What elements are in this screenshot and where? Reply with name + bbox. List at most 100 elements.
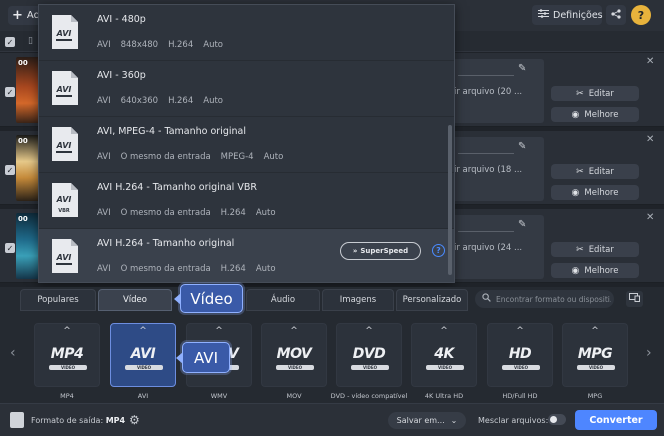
format-search[interactable] [475, 290, 614, 308]
video-thumbnail[interactable]: 00 [16, 135, 40, 201]
convert-button[interactable]: Converter [575, 410, 657, 430]
preset-meta: AVI 848x480 H.264 Auto [97, 40, 233, 50]
format-mpg[interactable]: ^ MPG VIDEO [562, 323, 628, 387]
tab-audio[interactable]: Áudio [246, 289, 320, 311]
chevron-up-icon[interactable]: ^ [563, 326, 627, 336]
save-to-dropdown[interactable]: Salvar em... ⌄ [388, 412, 466, 429]
preset-bitrate: Auto [203, 96, 223, 106]
format-hd[interactable]: ^ HD VIDEO [487, 323, 553, 387]
save-to-label: Salvar em... [396, 416, 445, 425]
output-format-icon [10, 412, 24, 428]
output-format-caption: Formato de saída: [31, 416, 104, 425]
device-detect-button[interactable] [626, 291, 643, 307]
remove-file-icon[interactable]: ✕ [646, 134, 654, 145]
video-thumbnail[interactable]: 00 [16, 213, 40, 279]
avi-file-icon: AVI [52, 239, 78, 273]
save-file-label[interactable]: ir arquivo (24 ... [454, 243, 522, 253]
format-search-input[interactable] [496, 294, 611, 304]
format-mp4[interactable]: ^ MP4 VIDEO [34, 323, 100, 387]
merge-files-toggle[interactable] [548, 414, 566, 425]
chevron-right-icon[interactable]: › [646, 345, 652, 361]
format-avi[interactable]: ^ AVI VIDEO [110, 323, 176, 387]
duration-label: 00 [18, 59, 28, 67]
save-file-label[interactable]: ir arquivo (18 ... [454, 165, 522, 175]
preset-codec: H.264 [220, 264, 246, 274]
svg-text:AVI: AVI [56, 29, 72, 38]
remove-file-icon[interactable]: ✕ [646, 56, 654, 67]
edit-button[interactable]: ✂ Editar [551, 242, 639, 257]
tab-custom[interactable]: Personalizado [396, 289, 468, 311]
chevron-up-icon[interactable]: ^ [262, 326, 326, 336]
svg-text:AVI: AVI [56, 195, 72, 204]
sliders-icon [538, 9, 549, 21]
preset-item[interactable]: AVI AVI - 480p AVI 848x480 H.264 Auto [39, 5, 454, 61]
format-mov[interactable]: ^ MOV VIDEO [261, 323, 327, 387]
preset-container: AVI [97, 264, 111, 274]
preset-codec: H.264 [168, 96, 194, 106]
preset-resolution: O mesmo da entrada [120, 264, 211, 274]
edit-button[interactable]: ✂ Editar [551, 164, 639, 179]
preset-codec: MPEG-4 [220, 152, 254, 162]
remove-file-icon[interactable]: ✕ [646, 212, 654, 223]
preset-item[interactable]: AVI VBR AVI H.264 - Tamanho original VBR… [39, 173, 454, 229]
preset-item[interactable]: AVI AVI, MPEG-4 - Tamanho original AVI O… [39, 117, 454, 173]
avi-file-icon: AVI [52, 15, 78, 49]
file-checkbox[interactable]: ✓ [5, 87, 15, 97]
search-icon [482, 293, 491, 305]
preset-dropdown: AVI AVI - 480p AVI 848x480 H.264 Auto AV… [38, 4, 455, 283]
preset-item[interactable]: AVI AVI H.264 - Tamanho original AVI O m… [39, 229, 454, 282]
settings-button[interactable]: Definições [532, 5, 603, 25]
preset-item[interactable]: AVI AVI - 360p AVI 640x360 H.264 Auto [39, 61, 454, 117]
output-panel: ✎ ir arquivo (24 ... [452, 215, 544, 279]
pencil-icon[interactable]: ✎ [518, 219, 526, 230]
duration-label: 00 [18, 215, 28, 223]
tab-callout: Vídeo [174, 284, 243, 313]
superspeed-button[interactable]: » SuperSpeed [340, 242, 421, 260]
save-file-label[interactable]: ir arquivo (20 ... [454, 87, 522, 97]
merge-files-label: Mesclar arquivos: [478, 416, 549, 425]
enhance-button[interactable]: ◉ Melhore [551, 185, 639, 200]
tab-populares[interactable]: Populares [20, 289, 96, 311]
name-underline [458, 75, 514, 76]
select-all-checkbox[interactable]: ✓ [5, 37, 15, 47]
chevron-left-icon[interactable]: ‹ [10, 345, 16, 361]
chevron-up-icon[interactable]: ^ [488, 326, 552, 336]
tab-video[interactable]: Vídeo [98, 289, 172, 311]
preset-meta: AVI O mesmo da entrada MPEG-4 Auto [97, 152, 293, 162]
format-4k[interactable]: ^ 4K VIDEO [411, 323, 477, 387]
output-format-value: MP4 [105, 416, 126, 425]
file-checkbox[interactable]: ✓ [5, 243, 15, 253]
format-dvd[interactable]: ^ DVD VIDEO [336, 323, 402, 387]
ai-icon: ◉ [571, 187, 580, 198]
chevron-up-icon[interactable]: ^ [337, 326, 401, 336]
dropdown-scrollbar[interactable] [448, 125, 452, 275]
chevron-up-icon[interactable]: ^ [35, 326, 99, 336]
format-sub: VIDEO [125, 365, 163, 370]
output-panel: ✎ ir arquivo (18 ... [452, 137, 544, 201]
share-button[interactable] [606, 5, 626, 25]
preset-bitrate: Auto [263, 152, 284, 162]
video-thumbnail[interactable]: 00 [16, 57, 40, 123]
avi-file-icon: AVI [52, 71, 78, 105]
tab-images[interactable]: Imagens [322, 289, 394, 311]
chevron-up-icon[interactable]: ^ [412, 326, 476, 336]
file-checkbox[interactable]: ✓ [5, 165, 15, 175]
scissors-icon: ✂ [576, 244, 584, 255]
device-icon [629, 293, 640, 305]
preset-container: AVI [97, 208, 111, 218]
enhance-button[interactable]: ◉ Melhore [551, 263, 639, 278]
edit-button[interactable]: ✂ Editar [551, 86, 639, 101]
preset-container: AVI [97, 40, 111, 50]
chevron-up-icon[interactable]: ^ [111, 326, 175, 336]
pencil-icon[interactable]: ✎ [518, 141, 526, 152]
preset-title: AVI, MPEG-4 - Tamanho original [97, 126, 246, 137]
chevron-up-icon[interactable]: ^ [187, 326, 251, 336]
gear-icon[interactable]: ⚙ [129, 413, 140, 427]
svg-text:AVI: AVI [56, 141, 72, 150]
pencil-icon[interactable]: ✎ [518, 63, 526, 74]
help-button[interactable]: ? [631, 5, 651, 25]
preset-bitrate: Auto [255, 264, 276, 274]
edit-label: Editar [588, 244, 614, 255]
superspeed-help-icon[interactable]: ? [432, 244, 445, 257]
enhance-button[interactable]: ◉ Melhore [551, 107, 639, 122]
